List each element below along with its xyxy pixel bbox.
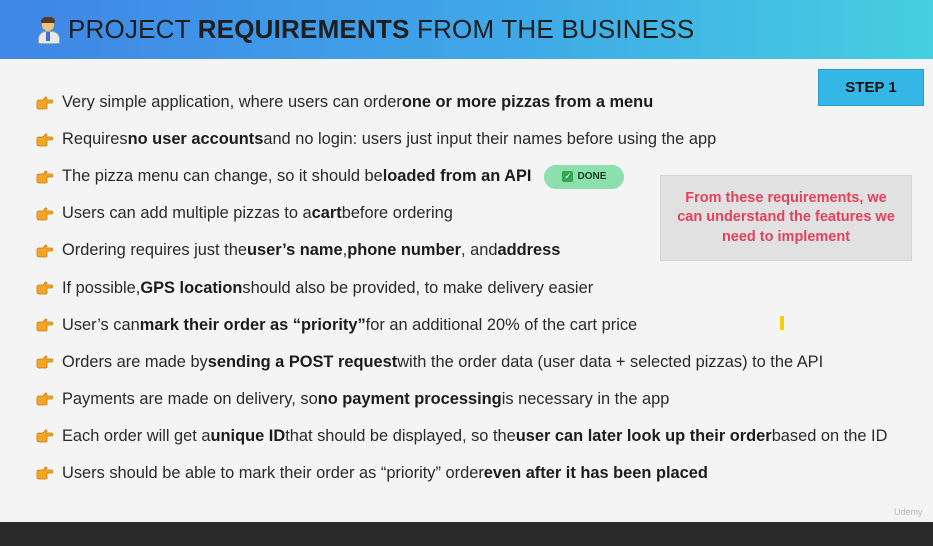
requirement-emphasis: no user accounts [127, 130, 264, 149]
hand-pointing-right-icon [36, 244, 53, 258]
cursor-marker [780, 316, 784, 330]
requirement-text: Ordering requires just the [62, 241, 247, 260]
hand-pointing-right-icon [36, 96, 53, 109]
requirement-text: Each order will get a [62, 426, 211, 445]
done-label: DONE [577, 171, 607, 183]
hand-pointing-right-icon [36, 392, 53, 406]
hand-pointing-right-icon [36, 318, 53, 332]
slide-title: PROJECT REQUIREMENTS FROM THE BUSINESS [68, 14, 695, 44]
hand-pointing-right-icon [36, 133, 53, 147]
requirement-text: Very simple application, where users can… [62, 93, 402, 112]
requirement-text: Payments are made on delivery, so [62, 389, 318, 408]
requirement-emphasis: no payment processing [317, 389, 502, 408]
hand-pointing-right-icon [36, 355, 53, 369]
requirement-text: that should be displayed, so the [285, 426, 516, 445]
requirement-emphasis: phone number [347, 241, 462, 260]
requirement-text: The pizza menu can change, so it should … [62, 167, 383, 186]
requirement-item: Requires no user accounts and no login: … [36, 121, 916, 158]
requirement-emphasis: even after it has been placed [483, 463, 708, 482]
requirements-list: Very simple application, where users can… [36, 84, 916, 492]
requirement-item: Users should be able to mark their order… [36, 455, 916, 492]
requirement-text: based on the ID [771, 426, 888, 445]
requirement-text: , and [461, 241, 498, 260]
note-box: From these requirements, we can understa… [660, 175, 912, 261]
requirement-text: is necessary in the app [501, 389, 670, 408]
hand-pointing-right-icon [36, 207, 53, 221]
requirement-text: Orders are made by [62, 352, 208, 371]
requirement-item: Each order will get a unique ID that sho… [36, 418, 916, 455]
note-text: From these requirements, we can understa… [677, 189, 895, 245]
requirement-text: Users should be able to mark their order… [62, 463, 484, 482]
hand-pointing-right-icon [36, 281, 53, 295]
requirement-item: Very simple application, where users can… [36, 84, 916, 121]
requirement-text: Users can add multiple pizzas to a [62, 204, 312, 223]
hand-pointing-right-icon [36, 429, 53, 443]
requirement-text: should also be provided, to make deliver… [242, 278, 594, 297]
slide-header: PROJECT REQUIREMENTS FROM THE BUSINESS [0, 0, 933, 59]
watermark: Udemy [894, 507, 923, 517]
requirement-text: Requires [62, 130, 128, 149]
requirement-item: Orders are made by sending a POST reques… [36, 344, 916, 381]
requirement-text: with the order data (user data + selecte… [397, 352, 824, 371]
footer-bar [0, 522, 933, 546]
requirement-emphasis: mark their order as “priority” [139, 315, 366, 334]
requirement-text: User’s can [62, 315, 140, 334]
requirement-emphasis: cart [311, 204, 342, 223]
requirement-item: Payments are made on delivery, so no pay… [36, 381, 916, 418]
requirement-emphasis: user’s name [246, 241, 343, 260]
requirement-emphasis: address [497, 241, 561, 260]
requirement-item: If possible, GPS location should also be… [36, 269, 916, 306]
requirement-text: for an additional 20% of the cart price [365, 315, 638, 334]
requirement-text: and no login: users just input their nam… [263, 130, 717, 149]
person-icon [36, 16, 60, 44]
hand-pointing-right-icon [36, 467, 53, 480]
done-badge: ✓ DONE [544, 164, 625, 189]
requirement-emphasis: sending a POST request [207, 352, 398, 371]
requirement-item: User’s can mark their order as “priority… [36, 307, 916, 344]
requirement-emphasis: loaded from an API [382, 167, 532, 186]
requirement-emphasis: GPS location [140, 278, 243, 297]
requirement-emphasis: unique ID [210, 426, 286, 445]
requirement-text: If possible, [62, 278, 141, 297]
hand-pointing-right-icon [36, 170, 53, 184]
requirement-emphasis: user can later look up their order [515, 426, 772, 445]
requirement-emphasis: one or more pizzas from a menu [401, 93, 654, 112]
check-mark-icon: ✓ [562, 171, 574, 183]
requirement-text: before ordering [341, 204, 453, 223]
